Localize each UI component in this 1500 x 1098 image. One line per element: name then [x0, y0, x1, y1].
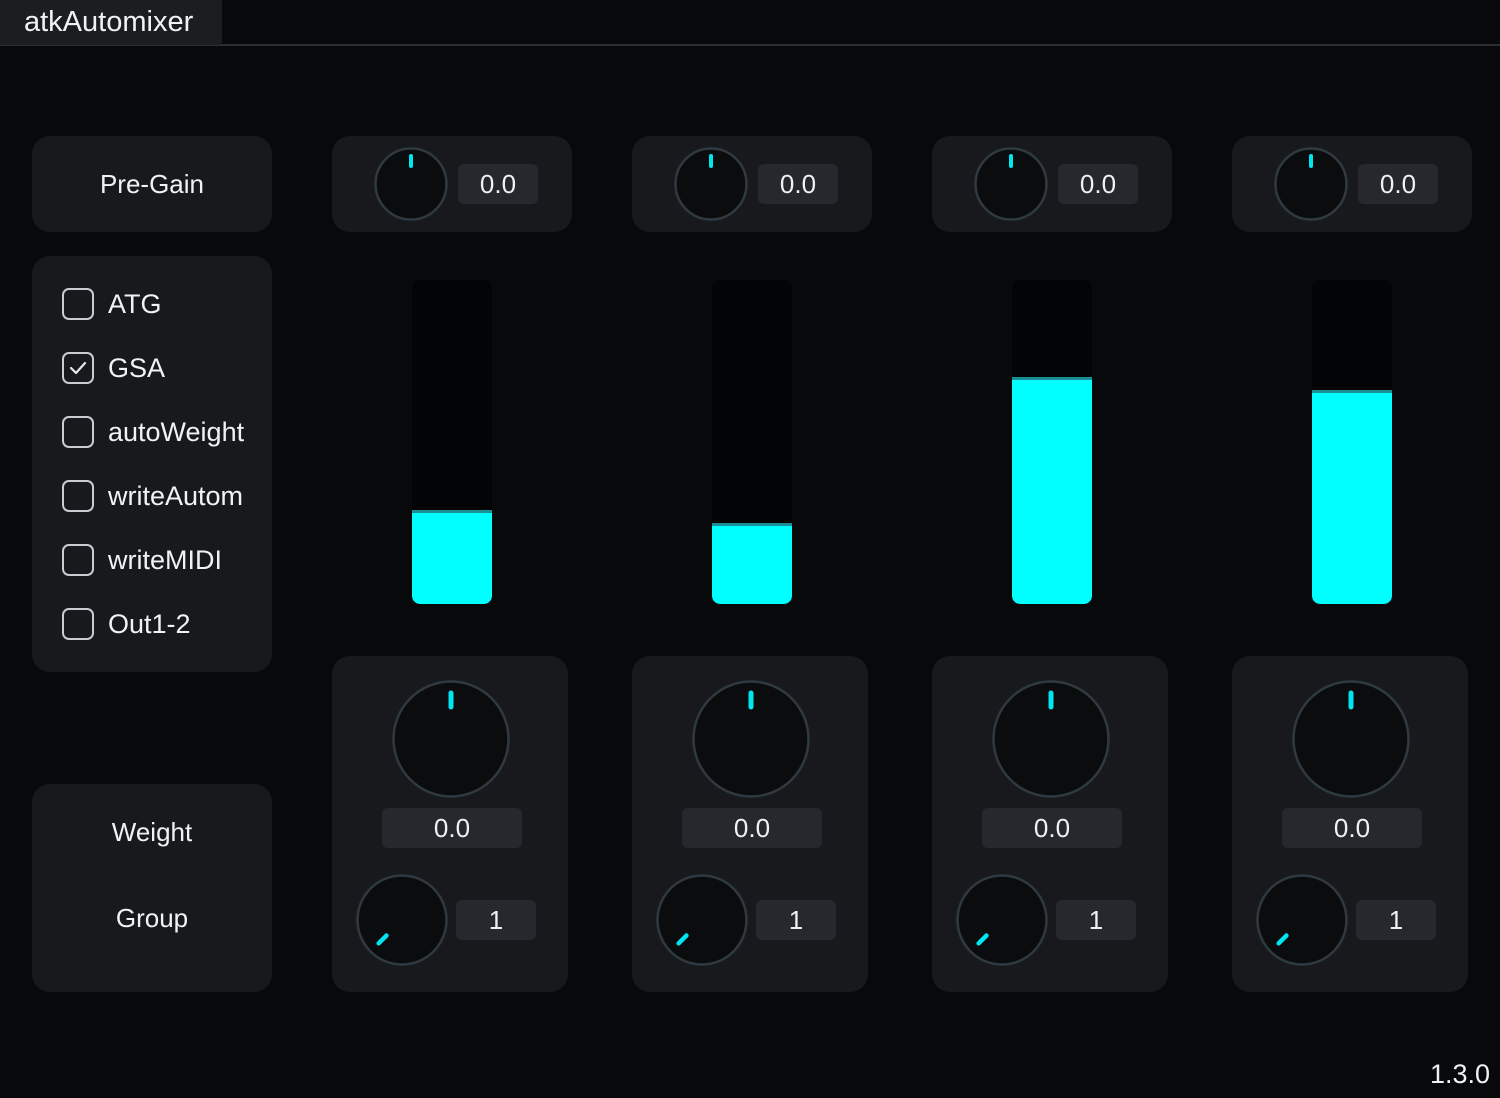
weight-knob[interactable]: [392, 680, 510, 798]
weight-group-panel: 0.0 1: [332, 656, 568, 992]
group-value[interactable]: 1: [756, 900, 836, 940]
level-meter-fill: [412, 510, 492, 604]
group-knob[interactable]: [656, 874, 748, 966]
weight-knob[interactable]: [692, 680, 810, 798]
group-label: Group: [115, 903, 189, 933]
option-label: GSA: [108, 352, 166, 383]
option-gsa[interactable]: GSA: [62, 348, 165, 388]
window-title: atkAutomixer: [24, 6, 194, 38]
pregain-label-panel: Pre-Gain: [32, 136, 272, 232]
weight-group-panel: 0.0 1: [932, 656, 1168, 992]
option-atg[interactable]: ATG: [62, 284, 162, 324]
weight-knob[interactable]: [992, 680, 1110, 798]
checkbox-writeautom[interactable]: [62, 480, 94, 512]
checkbox-autoweight[interactable]: [62, 416, 94, 448]
group-value[interactable]: 1: [1356, 900, 1436, 940]
option-label: ATG: [108, 288, 162, 319]
weight-value[interactable]: 0.0: [682, 808, 822, 848]
level-meter-fill: [1312, 390, 1392, 604]
pregain-value[interactable]: 0.0: [458, 164, 538, 204]
option-writeautom[interactable]: writeAutom: [62, 476, 243, 516]
weight-group-label-panel: Weight Group: [32, 784, 272, 992]
option-label: Out1-2: [108, 608, 191, 639]
weight-group-panel: 0.0 1: [1232, 656, 1468, 992]
group-knob[interactable]: [956, 874, 1048, 966]
level-meter: [1012, 280, 1092, 604]
weight-value[interactable]: 0.0: [982, 808, 1122, 848]
option-autoweight[interactable]: autoWeight: [62, 412, 244, 452]
group-value[interactable]: 1: [456, 900, 536, 940]
pregain-value[interactable]: 0.0: [1358, 164, 1438, 204]
pregain-knob[interactable]: [1274, 147, 1348, 221]
pregain-value[interactable]: 0.0: [758, 164, 838, 204]
weight-value[interactable]: 0.0: [382, 808, 522, 848]
pregain-panel: 0.0: [332, 136, 572, 232]
checkbox-out1-2[interactable]: [62, 608, 94, 640]
level-meter-fill: [712, 523, 792, 604]
level-meter: [1312, 280, 1392, 604]
level-meter: [712, 280, 792, 604]
weight-label: Weight: [111, 817, 193, 847]
pregain-panel: 0.0: [632, 136, 872, 232]
pregain-knob[interactable]: [974, 147, 1048, 221]
version-label: 1.3.0: [1429, 1059, 1490, 1089]
pregain-panel: 0.0: [932, 136, 1172, 232]
checkbox-atg[interactable]: [62, 288, 94, 320]
group-value[interactable]: 1: [1056, 900, 1136, 940]
level-meter-fill: [1012, 377, 1092, 604]
option-label: writeMIDI: [108, 544, 222, 575]
option-label: autoWeight: [108, 416, 245, 447]
pregain-value[interactable]: 0.0: [1058, 164, 1138, 204]
checkmark-icon: [69, 361, 87, 375]
weight-value[interactable]: 0.0: [1282, 808, 1422, 848]
pregain-label: Pre-Gain: [99, 168, 205, 199]
group-knob[interactable]: [356, 874, 448, 966]
weight-group-panel: 0.0 1: [632, 656, 868, 992]
pregain-panel: 0.0: [1232, 136, 1472, 232]
option-label: writeAutom: [108, 480, 244, 511]
title-tab: atkAutomixer: [0, 0, 222, 45]
pregain-knob[interactable]: [374, 147, 448, 221]
options-panel: ATG GSA autoWeight writeAutom writeMIDI …: [32, 256, 272, 672]
checkbox-gsa[interactable]: [62, 352, 94, 384]
checkbox-writemidi[interactable]: [62, 544, 94, 576]
pregain-knob[interactable]: [674, 147, 748, 221]
group-knob[interactable]: [1256, 874, 1348, 966]
weight-knob[interactable]: [1292, 680, 1410, 798]
title-bar: atkAutomixer: [0, 0, 1500, 46]
option-writemidi[interactable]: writeMIDI: [62, 540, 222, 580]
option-out1-2[interactable]: Out1-2: [62, 604, 191, 644]
level-meter: [412, 280, 492, 604]
